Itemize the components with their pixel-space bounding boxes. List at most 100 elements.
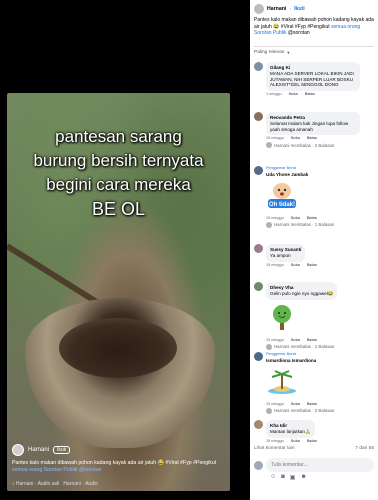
comment-actions: 15 minggu Suka Balas xyxy=(266,439,374,443)
comment-bubble: Reovando Petra Selamat malam kak Jingan … xyxy=(266,112,360,136)
avatar[interactable] xyxy=(254,4,264,14)
avatar[interactable] xyxy=(254,166,263,175)
view-replies[interactable]: Harnani membalas · 1 Balasan xyxy=(266,343,374,350)
reply-button[interactable]: Balas xyxy=(307,136,317,140)
comment-actions: 15 minggu Suka Balas xyxy=(266,136,374,140)
replies-label: Harnani membalas · 1 Balasan xyxy=(274,344,335,350)
replies-label: Harnani membalas · 2 Balasan xyxy=(274,142,335,148)
more-comments-row: Lihat komentar lain 7 dari 55 xyxy=(254,446,374,451)
emoji-icon[interactable]: ☻ xyxy=(300,474,306,481)
like-button[interactable]: Suka xyxy=(291,136,300,140)
follow-button[interactable]: Ikuti xyxy=(294,6,305,12)
reply-button[interactable]: Balas xyxy=(307,263,317,267)
post-header: Harnani · Ikuti xyxy=(250,0,378,14)
like-button[interactable]: Suka xyxy=(289,92,298,96)
comment-time[interactable]: 15 minggu xyxy=(266,338,284,342)
comment-bubble: Gilang Ki MANA ADA SERVER LOKAL BIKIN JA… xyxy=(266,62,360,92)
overlay-line-1: pantesan sarang xyxy=(55,127,182,146)
comment-author[interactable]: Uda Yhone Jambak xyxy=(266,172,308,178)
comment-actions: 15 minggu Suka Balas xyxy=(266,263,374,267)
reply-button[interactable]: Balas xyxy=(305,92,315,96)
reply-button[interactable]: Balas xyxy=(307,338,317,342)
video-caption-tag[interactable]: @sorotan xyxy=(79,467,102,473)
comment-bubble: Kha Idir Mantan lanjutkan🙏 xyxy=(266,420,315,438)
reply-button[interactable]: Balas xyxy=(307,402,317,406)
audio-label: Harnani · Audio asli xyxy=(15,481,60,487)
comment-actions: 15 minggu Suka Balas xyxy=(266,216,374,220)
comment-time[interactable]: 15 minggu xyxy=(266,263,284,267)
comment-text: Gelin pulo ngie nyo nggawel😂 xyxy=(270,290,334,296)
avatar[interactable] xyxy=(254,62,263,71)
post-caption-tag[interactable]: @sorotan xyxy=(288,30,310,36)
avatar[interactable] xyxy=(254,420,263,429)
sticker-tree xyxy=(273,304,291,330)
like-button[interactable]: Suka xyxy=(291,216,300,220)
comments-panel: Harnani · Ikuti Pantes kalo makan dibawa… xyxy=(250,0,378,500)
post-caption: Pantes kalo makan dibawah pohon kadang k… xyxy=(250,14,378,37)
like-button[interactable]: Suka xyxy=(291,439,300,443)
audio-icon: ♪ xyxy=(12,481,15,487)
like-button[interactable]: Suka xyxy=(291,402,300,406)
like-button[interactable]: Suka xyxy=(291,338,300,342)
gif-icon[interactable]: ▣ xyxy=(290,474,296,481)
reel-viewer: pantesan sarang burung bersih ternyata b… xyxy=(0,0,378,500)
comment-text: Mantan lanjutkan🙏 xyxy=(270,428,311,434)
replies-label: Harnani membalas · 2 Balasan xyxy=(274,408,335,414)
overlay-line-2: burung bersih ternyata xyxy=(33,151,204,170)
video-caption-text: Pantes kalo makan dibawah pohon kadang k… xyxy=(12,460,217,466)
comment-author[interactable]: Ismardiona Ismardiona xyxy=(266,358,316,364)
nest-cup xyxy=(59,318,177,378)
audio-label-right: Harnani · Audio xyxy=(63,481,98,487)
reply-button[interactable]: Balas xyxy=(307,439,317,443)
camera-icon[interactable]: ◙ xyxy=(281,474,285,481)
sticker-icon[interactable]: ☺ xyxy=(270,474,276,481)
comment-time[interactable]: 1 minggu xyxy=(266,92,282,96)
post-author[interactable]: Harnani xyxy=(267,6,286,12)
sort-label: Paling relevan xyxy=(254,49,285,55)
comment-time[interactable]: 15 minggu xyxy=(266,402,284,406)
chevron-down-icon: ▼ xyxy=(286,49,291,55)
comment-input[interactable] xyxy=(266,458,374,472)
overlay-line-3: begini cara mereka xyxy=(46,175,191,194)
comment-composer xyxy=(254,458,374,472)
comment-item: Penggemar Berat Uda Yhone Jambak Oh tida… xyxy=(254,166,374,228)
video-author-name[interactable]: Harnani xyxy=(28,447,49,453)
like-button[interactable]: Suka xyxy=(291,263,300,267)
avatar[interactable] xyxy=(254,112,263,121)
comment-text: MANA ADA SERVER LOKAL BIKIN JADI JUTAWAN… xyxy=(270,70,354,88)
avatar[interactable] xyxy=(12,444,24,456)
video-follow-button[interactable]: Ikuti xyxy=(53,446,71,454)
more-comments-link[interactable]: Lihat komentar lain xyxy=(254,446,295,451)
sticker-island xyxy=(268,369,296,394)
sticker-oh-tidak: Oh tidak! xyxy=(268,182,296,208)
video-author: Harnani Ikuti xyxy=(12,444,71,456)
avatar xyxy=(266,343,272,350)
view-replies[interactable]: Harnani membalas · 2 Balasan xyxy=(266,407,374,414)
video-caption-link[interactable]: semua orang Sorotan Publik xyxy=(12,467,77,473)
comment-time[interactable]: 15 minggu xyxy=(266,136,284,140)
replies-label: Harnani membalas · 1 Balasan xyxy=(274,222,335,228)
divider xyxy=(254,45,374,47)
comment-time[interactable]: 15 minggu xyxy=(266,439,284,443)
comment-time[interactable]: 15 minggu xyxy=(266,216,284,220)
comment-item: Dhesy Vha Gelin pulo ngie nyo nggawel😂 1… xyxy=(254,282,374,350)
view-replies[interactable]: Harnani membalas · 2 Balasan xyxy=(266,142,374,149)
reply-button[interactable]: Balas xyxy=(307,216,317,220)
comment-bubble: Dhesy Vha Gelin pulo ngie nyo nggawel😂 xyxy=(266,282,338,300)
comment-item: Penggemar Berat Ismardiona Ismardiona 15… xyxy=(254,352,374,414)
video-area: pantesan sarang burung bersih ternyata b… xyxy=(0,0,250,500)
video-frame[interactable]: pantesan sarang burung bersih ternyata b… xyxy=(7,93,230,491)
video-overlay-text: pantesan sarang burung bersih ternyata b… xyxy=(7,125,230,221)
avatar[interactable] xyxy=(254,282,263,291)
sort-dropdown[interactable]: Paling relevan ▼ xyxy=(250,50,378,55)
view-replies[interactable]: Harnani membalas · 1 Balasan xyxy=(266,221,374,228)
avatar[interactable] xyxy=(254,244,263,253)
comment-bubble: Sussy Susanti Ya ampun xyxy=(266,244,306,262)
comment-text: Ya ampun xyxy=(270,252,291,258)
avatar xyxy=(266,142,272,149)
comment-actions: 15 minggu Suka Balas xyxy=(266,338,374,342)
avatar[interactable] xyxy=(254,352,263,361)
comment-actions: 15 minggu Suka Balas xyxy=(266,402,374,406)
comment-item: Kha Idir Mantan lanjutkan🙏 15 minggu Suk… xyxy=(254,420,374,443)
video-audio[interactable]: ♪ Harnani · Audio asli Harnani · Audio xyxy=(12,481,98,487)
